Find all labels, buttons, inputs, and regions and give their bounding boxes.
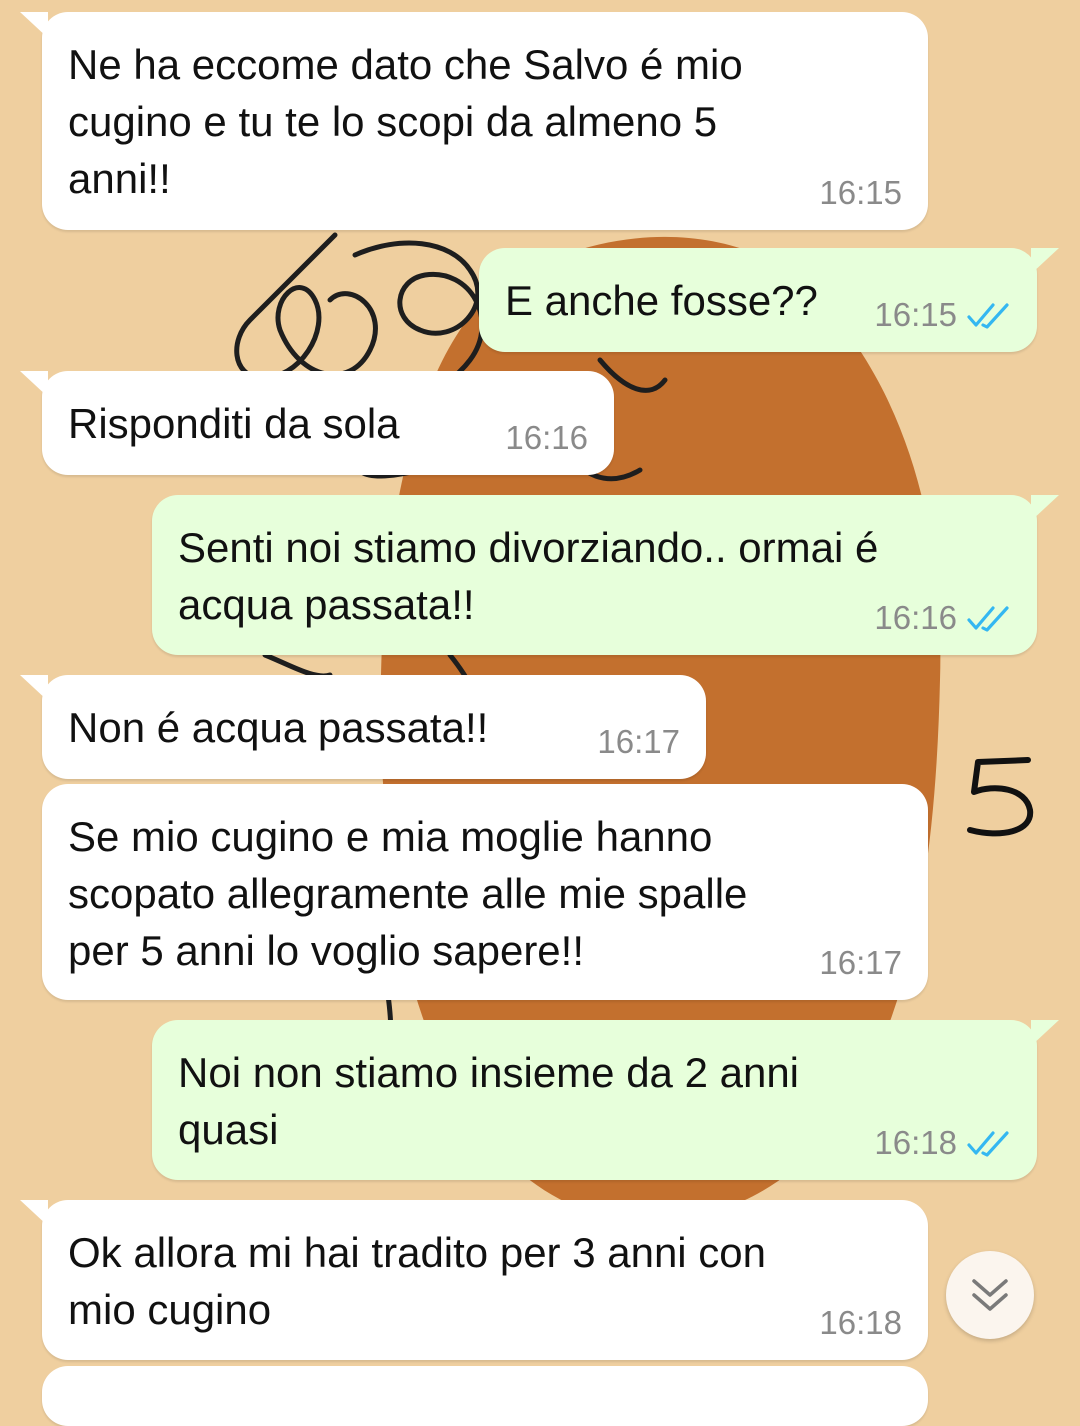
message-time: 16:18 <box>819 1304 902 1341</box>
message-bubble-outgoing[interactable]: E anche fosse?? 16:15 <box>479 248 1059 352</box>
message-time: 16:15 <box>819 174 902 211</box>
message-time: 16:15 <box>874 296 957 333</box>
message-time: 16:18 <box>874 1124 957 1161</box>
bubble-tail <box>20 1200 48 1226</box>
message-bubble-incoming[interactable]: Risponditi da sola 16:16 <box>20 371 614 475</box>
message-text: Ne ha eccome dato che Salvo é mio cugino… <box>68 41 743 202</box>
message-bubble-incoming[interactable]: Non é acqua passata!! 16:17 <box>20 675 706 779</box>
bubble-tail <box>20 675 48 701</box>
message-text: Risponditi da sola <box>68 400 400 447</box>
message-bubble-incoming[interactable]: Se mio cugino e mia moglie hanno scopato… <box>42 784 928 1000</box>
message-bubble-incoming-partial[interactable] <box>42 1366 928 1426</box>
read-double-check-icon <box>967 606 1009 632</box>
message-bubble-incoming[interactable]: Ne ha eccome dato che Salvo é mio cugino… <box>20 12 928 230</box>
message-text: E anche fosse?? <box>505 277 818 324</box>
message-time: 16:17 <box>819 944 902 981</box>
bubble-tail <box>1031 1020 1059 1046</box>
message-time: 16:17 <box>597 723 680 760</box>
scroll-to-bottom-button[interactable] <box>946 1251 1034 1339</box>
message-text: Ok allora mi hai tradito per 3 anni con … <box>68 1229 767 1333</box>
read-double-check-icon <box>967 303 1009 329</box>
double-chevron-down-icon <box>972 1279 1008 1311</box>
message-text: Noi non stiamo insieme da 2 anni quasi <box>178 1049 800 1153</box>
message-bubble-incoming[interactable]: Ok allora mi hai tradito per 3 anni con … <box>20 1200 928 1360</box>
message-text: Non é acqua passata!! <box>68 704 489 751</box>
bubble-tail <box>20 12 48 38</box>
message-text: Senti noi stiamo divorziando.. ormai é a… <box>178 524 879 628</box>
message-bubble-outgoing[interactable]: Noi non stiamo insieme da 2 anni quasi 1… <box>152 1020 1059 1180</box>
bubble-tail <box>20 371 48 397</box>
read-double-check-icon <box>967 1131 1009 1157</box>
message-text: Se mio cugino e mia moglie hanno scopato… <box>68 813 748 974</box>
message-time: 16:16 <box>505 419 588 456</box>
message-time: 16:16 <box>874 599 957 636</box>
bubble-tail <box>1031 248 1059 274</box>
message-bubble-outgoing[interactable]: Senti noi stiamo divorziando.. ormai é a… <box>152 495 1059 655</box>
handwritten-annotation <box>967 757 1034 837</box>
bubble-tail <box>1031 495 1059 521</box>
